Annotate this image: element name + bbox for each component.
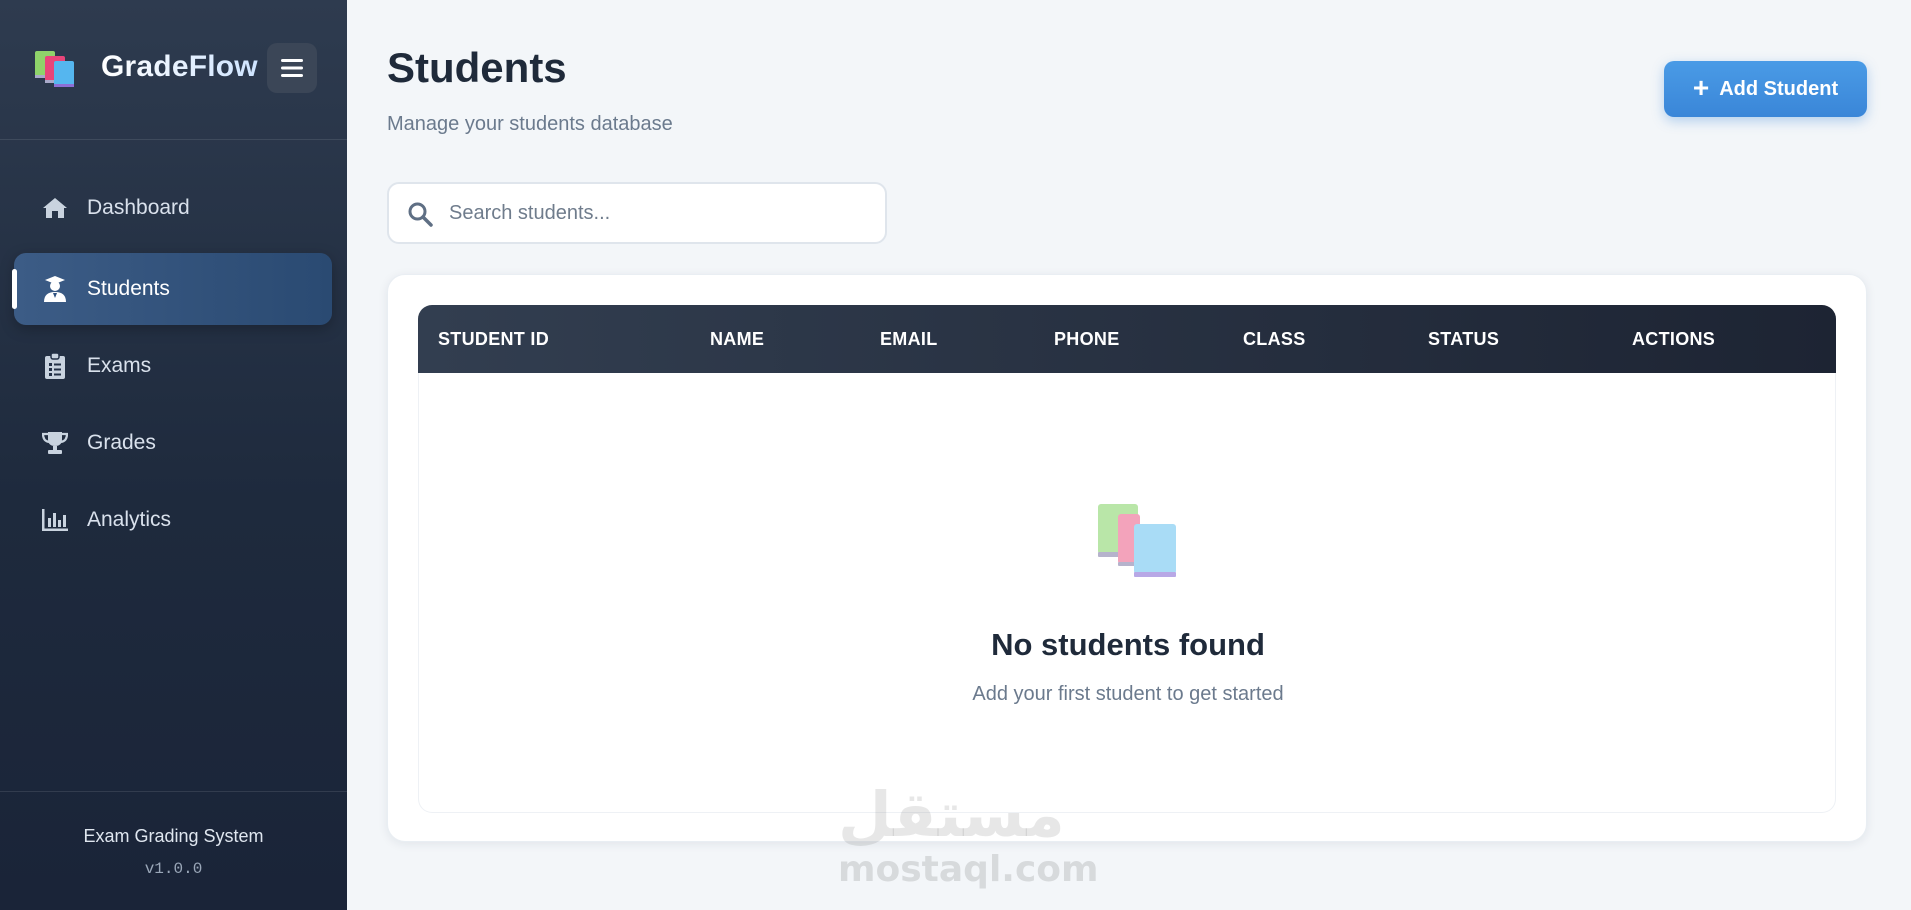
sidebar-item-label: Students	[87, 277, 170, 300]
sidebar-item-analytics[interactable]: Analytics	[14, 484, 332, 556]
sidebar-item-students[interactable]: Students	[12, 253, 332, 325]
menu-toggle-button[interactable]	[267, 43, 317, 93]
bar-chart-icon	[42, 508, 68, 532]
trophy-icon	[42, 431, 68, 455]
version-label: v1.0.0	[144, 860, 203, 878]
column-header-actions: ACTIONS	[1632, 329, 1716, 349]
column-header-status: STATUS	[1428, 329, 1500, 349]
search-box	[387, 182, 887, 244]
system-name: Exam Grading System	[83, 826, 264, 846]
column-header-class: CLASS	[1243, 329, 1306, 349]
search-input[interactable]	[449, 194, 869, 232]
column-header-phone: PHONE	[1054, 329, 1120, 349]
add-student-button[interactable]: + Add Student	[1664, 61, 1867, 117]
sidebar-item-label: Analytics	[87, 508, 172, 531]
empty-state-subtitle: Add your first student to get started	[972, 683, 1284, 705]
column-header-name: NAME	[710, 329, 765, 349]
plus-icon: +	[1692, 72, 1710, 103]
sidebar-item-label: Grades	[87, 431, 156, 454]
table-body	[418, 373, 1836, 813]
watermark-latin: mostaql.com	[838, 849, 1099, 890]
column-header-student-id: STUDENT ID	[438, 329, 549, 349]
column-header-email: EMAIL	[880, 329, 938, 349]
books-logo-icon	[35, 51, 74, 87]
sidebar-item-grades[interactable]: Grades	[14, 407, 332, 479]
students-table-card: STUDENT ID NAME EMAIL PHONE CLASS STATUS…	[387, 274, 1867, 842]
page-subtitle: Manage your students database	[387, 113, 673, 135]
home-icon	[42, 196, 68, 220]
books-icon	[1098, 504, 1176, 577]
brand-header: GradeFlow	[0, 0, 347, 140]
brand-name: GradeFlow	[101, 50, 258, 83]
sidebar-item-label: Exams	[87, 354, 152, 377]
clipboard-icon	[42, 353, 68, 379]
graduate-icon	[42, 276, 68, 302]
hamburger-icon	[281, 59, 303, 77]
table-header: STUDENT ID NAME EMAIL PHONE CLASS STATUS…	[418, 305, 1836, 373]
sidebar: GradeFlow Dashboard Students Exams Grade…	[0, 0, 347, 910]
empty-state-title: No students found	[991, 627, 1265, 662]
sidebar-item-dashboard[interactable]: Dashboard	[14, 172, 332, 244]
sidebar-footer: Exam Grading System v1.0.0	[0, 791, 347, 910]
search-icon	[408, 202, 433, 227]
active-indicator	[12, 269, 17, 309]
sidebar-item-label: Dashboard	[87, 196, 190, 219]
watermark-arabic: مستقل	[838, 778, 1065, 851]
sidebar-item-exams[interactable]: Exams	[14, 330, 332, 402]
add-student-label: Add Student	[1719, 77, 1839, 100]
page-title: Students	[387, 44, 567, 91]
